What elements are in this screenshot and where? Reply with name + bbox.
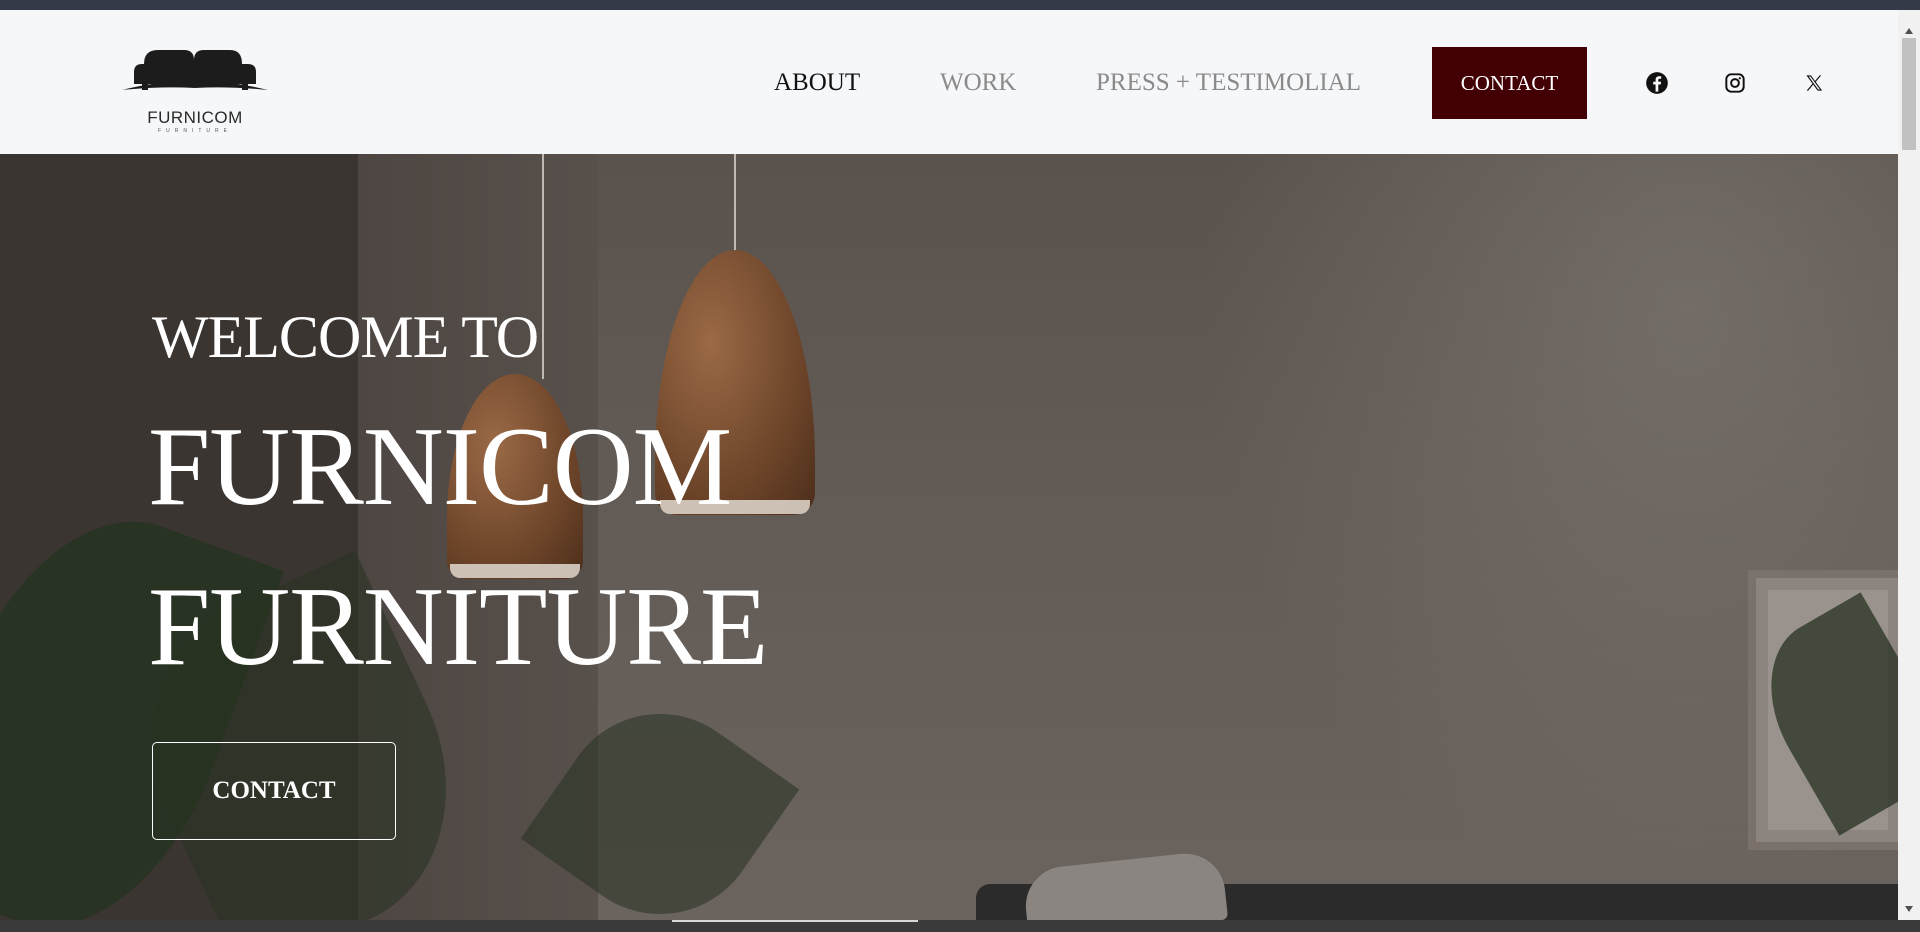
lamp-cord	[542, 154, 544, 379]
facebook-icon[interactable]	[1644, 70, 1670, 96]
lamp-cord	[734, 154, 736, 254]
x-icon[interactable]	[1801, 70, 1827, 96]
nav-about-link[interactable]: ABOUT	[774, 68, 860, 98]
scroll-down-arrow-icon[interactable]	[1905, 906, 1913, 912]
instagram-icon[interactable]	[1722, 70, 1748, 96]
sofa-logo-icon	[122, 50, 268, 90]
scrollbar-thumb[interactable]	[1902, 38, 1916, 150]
hero-title-line-1: FURNICOM	[148, 405, 732, 529]
logo-tagline: FURNITURE	[158, 128, 232, 134]
page-scrollbar[interactable]	[1898, 10, 1920, 922]
hero-title-line-2: FURNITURE	[148, 565, 768, 689]
logo-wordmark: FURNICOM	[147, 108, 243, 127]
site-header: FURNICOM FURNITURE ABOUT WORK PRESS + TE…	[0, 10, 1898, 154]
scroll-up-arrow-icon[interactable]	[1905, 28, 1913, 34]
nav-work-link[interactable]: WORK	[940, 68, 1016, 98]
hero-contact-button[interactable]: CONTACT	[152, 742, 396, 840]
nav-press-link[interactable]: PRESS + TESTIMOLIAL	[1096, 68, 1361, 98]
browser-bottom-bar	[0, 920, 1920, 932]
browser-top-strip	[0, 0, 1920, 10]
hero-welcome-text: WELCOME TO	[152, 304, 539, 370]
cushion-image	[1021, 849, 1229, 920]
browser-bottom-indicator	[672, 920, 918, 922]
nav-contact-button[interactable]: CONTACT	[1432, 47, 1587, 119]
hero-section: WELCOME TO FURNICOM FURNITURE CONTACT	[0, 154, 1898, 920]
site-logo[interactable]: FURNICOM FURNITURE	[122, 42, 268, 134]
